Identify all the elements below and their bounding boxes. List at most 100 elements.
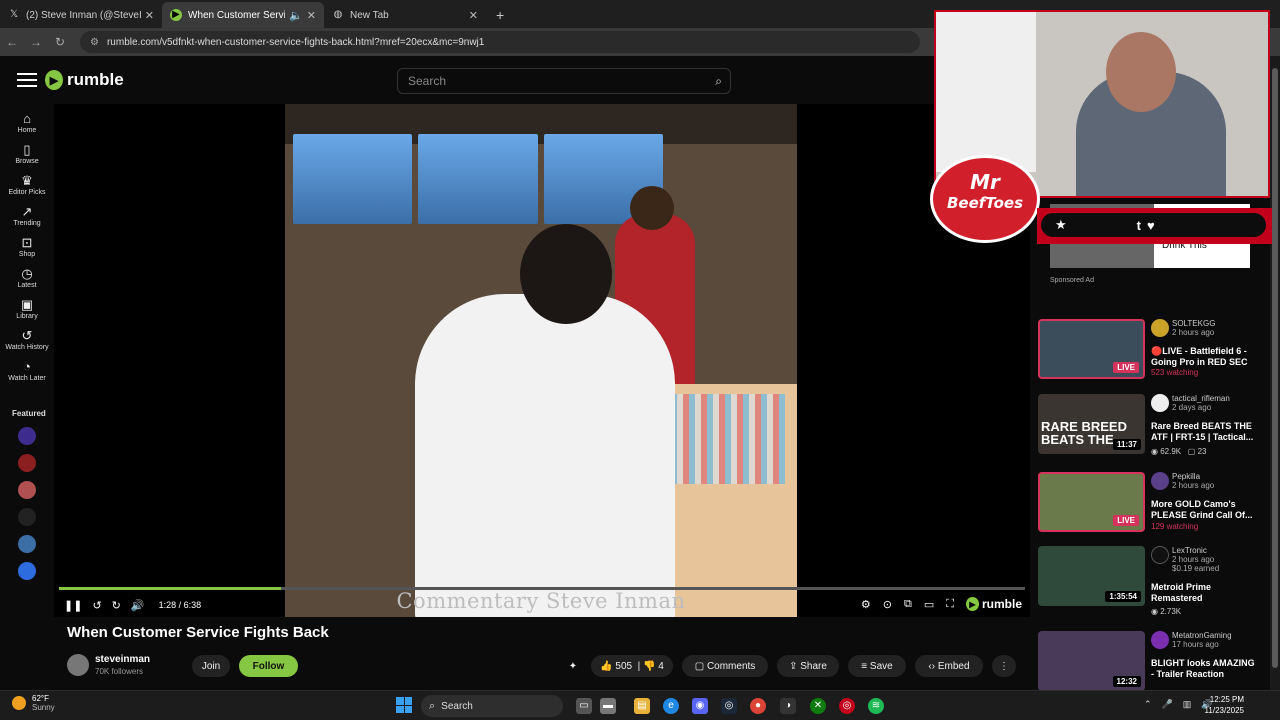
- channel-avatar[interactable]: [1151, 631, 1169, 649]
- progress-bar[interactable]: [59, 587, 1025, 590]
- featured-channel-avatar[interactable]: [18, 427, 36, 445]
- video-thumbnail[interactable]: 12:32: [1038, 631, 1145, 691]
- featured-channel-avatar[interactable]: [18, 454, 36, 472]
- pause-icon[interactable]: ❚❚: [64, 599, 82, 612]
- recommended-video[interactable]: LIVE SOLTEKGG 2 hours ago 🔴LIVE - Battlef…: [1038, 319, 1262, 381]
- player-brand[interactable]: ▶ rumble: [965, 597, 1022, 611]
- recommended-video[interactable]: 1:35:54 LexTronic 2 hours ago $0.19 earned…: [1038, 546, 1262, 616]
- rec-title[interactable]: More GOLD Camo's PLEASE Grind Call Of...: [1151, 499, 1259, 521]
- rumble-logo[interactable]: ▶ rumble: [45, 70, 124, 90]
- channel-avatar[interactable]: [1151, 472, 1169, 490]
- forward-icon[interactable]: →: [24, 35, 48, 49]
- speaker-icon[interactable]: 🔈: [289, 9, 303, 22]
- nav-watch-history[interactable]: ↺ Watch History: [0, 329, 54, 352]
- app-icon[interactable]: ◑: [780, 698, 796, 714]
- autoplay-toggle-icon[interactable]: ⊙: [883, 598, 892, 611]
- channel-avatar[interactable]: [1151, 319, 1169, 337]
- file-explorer-icon[interactable]: ▤: [634, 698, 650, 714]
- fullscreen-icon[interactable]: ⛶: [946, 598, 954, 611]
- video-thumbnail[interactable]: RARE BREED BEATS THE 11:37: [1038, 394, 1145, 454]
- nav-watch-later[interactable]: ◔ Watch Later: [0, 360, 54, 383]
- channel-name[interactable]: SOLTEKGG: [1172, 319, 1215, 328]
- windows-start-icon[interactable]: [396, 697, 412, 713]
- video-thumbnail[interactable]: 1:35:54: [1038, 546, 1145, 606]
- channel-avatar[interactable]: [1151, 394, 1169, 412]
- rec-title[interactable]: Rare Breed BEATS THE ATF | FRT-15 | Tact…: [1151, 421, 1259, 443]
- featured-channel-avatar[interactable]: [18, 481, 36, 499]
- comments-button[interactable]: ▢ Comments: [682, 655, 768, 677]
- mic-icon[interactable]: 🎤: [1162, 699, 1173, 710]
- featured-channel-avatar[interactable]: [18, 535, 36, 553]
- forward-icon[interactable]: ↻: [112, 599, 121, 612]
- nav-home[interactable]: ⌂ Home: [0, 112, 54, 135]
- discord-icon[interactable]: ◉: [692, 698, 708, 714]
- rewind-icon[interactable]: ↺: [92, 599, 101, 612]
- recommended-video[interactable]: 12:32 MetatronGaming 17 hours ago BLIGHT …: [1038, 631, 1262, 693]
- nav-editor-picks[interactable]: ♛ Editor Picks: [0, 174, 54, 197]
- browser-tab-active[interactable]: ▶ When Customer Service Fig 🔈 ✕: [162, 2, 324, 28]
- avatar[interactable]: [67, 654, 89, 676]
- taskbar-search[interactable]: ⌕ Search: [421, 695, 563, 717]
- weather-widget[interactable]: 62°F Sunny: [12, 694, 55, 712]
- video-thumbnail[interactable]: LIVE: [1038, 319, 1145, 379]
- boost-icon[interactable]: ✦: [563, 655, 583, 677]
- app-icon[interactable]: ◎: [839, 698, 855, 714]
- reload-icon[interactable]: ↻: [48, 35, 72, 49]
- edge-icon[interactable]: e: [663, 698, 679, 714]
- video-frame[interactable]: Commentary Steve Inman: [285, 104, 797, 617]
- channel-name[interactable]: steveinman: [95, 654, 150, 665]
- share-button[interactable]: ⇪ Share: [777, 655, 839, 677]
- system-clock[interactable]: 12:25 PM 11/23/2025: [1205, 694, 1244, 716]
- recommended-video[interactable]: RARE BREED BEATS THE 11:37 tactical_rifl…: [1038, 394, 1262, 456]
- like-icon[interactable]: 👍: [600, 661, 612, 672]
- back-icon[interactable]: ←: [0, 35, 24, 49]
- settings-icon[interactable]: ⚙: [861, 598, 871, 611]
- nav-library[interactable]: ▣ Library: [0, 298, 54, 321]
- featured-channel-avatar[interactable]: [18, 562, 36, 580]
- steam-icon[interactable]: ◎: [721, 698, 737, 714]
- channel-name[interactable]: Pepkilla: [1172, 472, 1214, 481]
- search-input[interactable]: Search ⌕: [397, 68, 731, 94]
- spotify-icon[interactable]: ≋: [868, 698, 884, 714]
- recommended-video[interactable]: LIVE Pepkilla 2 hours ago More GOLD Camo'…: [1038, 472, 1262, 534]
- browser-tab[interactable]: 𝕏 (2) Steve Inman (@SteveInman ✕: [0, 2, 162, 28]
- close-icon[interactable]: ✕: [307, 9, 316, 22]
- rec-title[interactable]: 🔴LIVE - Battlefield 6 - Going Pro in RED…: [1151, 346, 1259, 368]
- join-button[interactable]: Join: [192, 655, 230, 677]
- rec-title[interactable]: Metroid Prime Remastered: [1151, 582, 1259, 604]
- xbox-icon[interactable]: ✕: [810, 698, 826, 714]
- nav-latest[interactable]: ◷ Latest: [0, 267, 54, 290]
- close-icon[interactable]: ✕: [145, 9, 154, 22]
- channel-name[interactable]: LexTronic: [1172, 546, 1219, 555]
- network-icon[interactable]: ▥: [1183, 699, 1192, 710]
- featured-channel-avatar[interactable]: [18, 508, 36, 526]
- more-options-icon[interactable]: ⋮: [992, 655, 1016, 677]
- volume-icon[interactable]: 🔊: [131, 599, 145, 612]
- miniplayer-icon[interactable]: ⧉: [904, 598, 912, 611]
- channel-name[interactable]: MetatronGaming: [1172, 631, 1232, 640]
- window-icon[interactable]: ▬: [600, 698, 616, 714]
- rec-title[interactable]: BLIGHT looks AMAZING - Trailer Reaction: [1151, 658, 1259, 680]
- video-player[interactable]: Commentary Steve Inman ❚❚ ↺ ↻ 🔊 1:28 / 6…: [54, 104, 1030, 617]
- chrome-icon[interactable]: ●: [750, 698, 766, 714]
- scrollbar-thumb[interactable]: [1272, 68, 1278, 668]
- site-info-icon[interactable]: ⚙: [90, 37, 99, 48]
- nav-browse[interactable]: ▯ Browse: [0, 143, 54, 166]
- task-view-icon[interactable]: ▭: [576, 698, 592, 714]
- search-icon[interactable]: ⌕: [715, 74, 722, 89]
- channel-avatar[interactable]: [1151, 546, 1169, 564]
- page-scrollbar[interactable]: [1270, 56, 1280, 690]
- menu-icon[interactable]: [17, 69, 37, 91]
- chevron-up-icon[interactable]: ⌃: [1144, 699, 1152, 710]
- new-tab-button[interactable]: +: [486, 2, 514, 28]
- embed-button[interactable]: ‹› Embed: [915, 655, 983, 677]
- nav-trending[interactable]: ↗ Trending: [0, 205, 54, 228]
- theater-icon[interactable]: ▭: [924, 598, 934, 611]
- url-field[interactable]: ⚙ rumble.com/v5dfnkt-when-customer-servi…: [80, 31, 920, 53]
- browser-tab[interactable]: ◍ New Tab ✕: [324, 2, 486, 28]
- close-icon[interactable]: ✕: [469, 9, 478, 22]
- channel-name[interactable]: tactical_rifleman: [1172, 394, 1230, 403]
- dislike-icon[interactable]: 👎: [643, 661, 655, 672]
- save-button[interactable]: ≡ Save: [848, 655, 906, 677]
- follow-button[interactable]: Follow: [239, 655, 298, 677]
